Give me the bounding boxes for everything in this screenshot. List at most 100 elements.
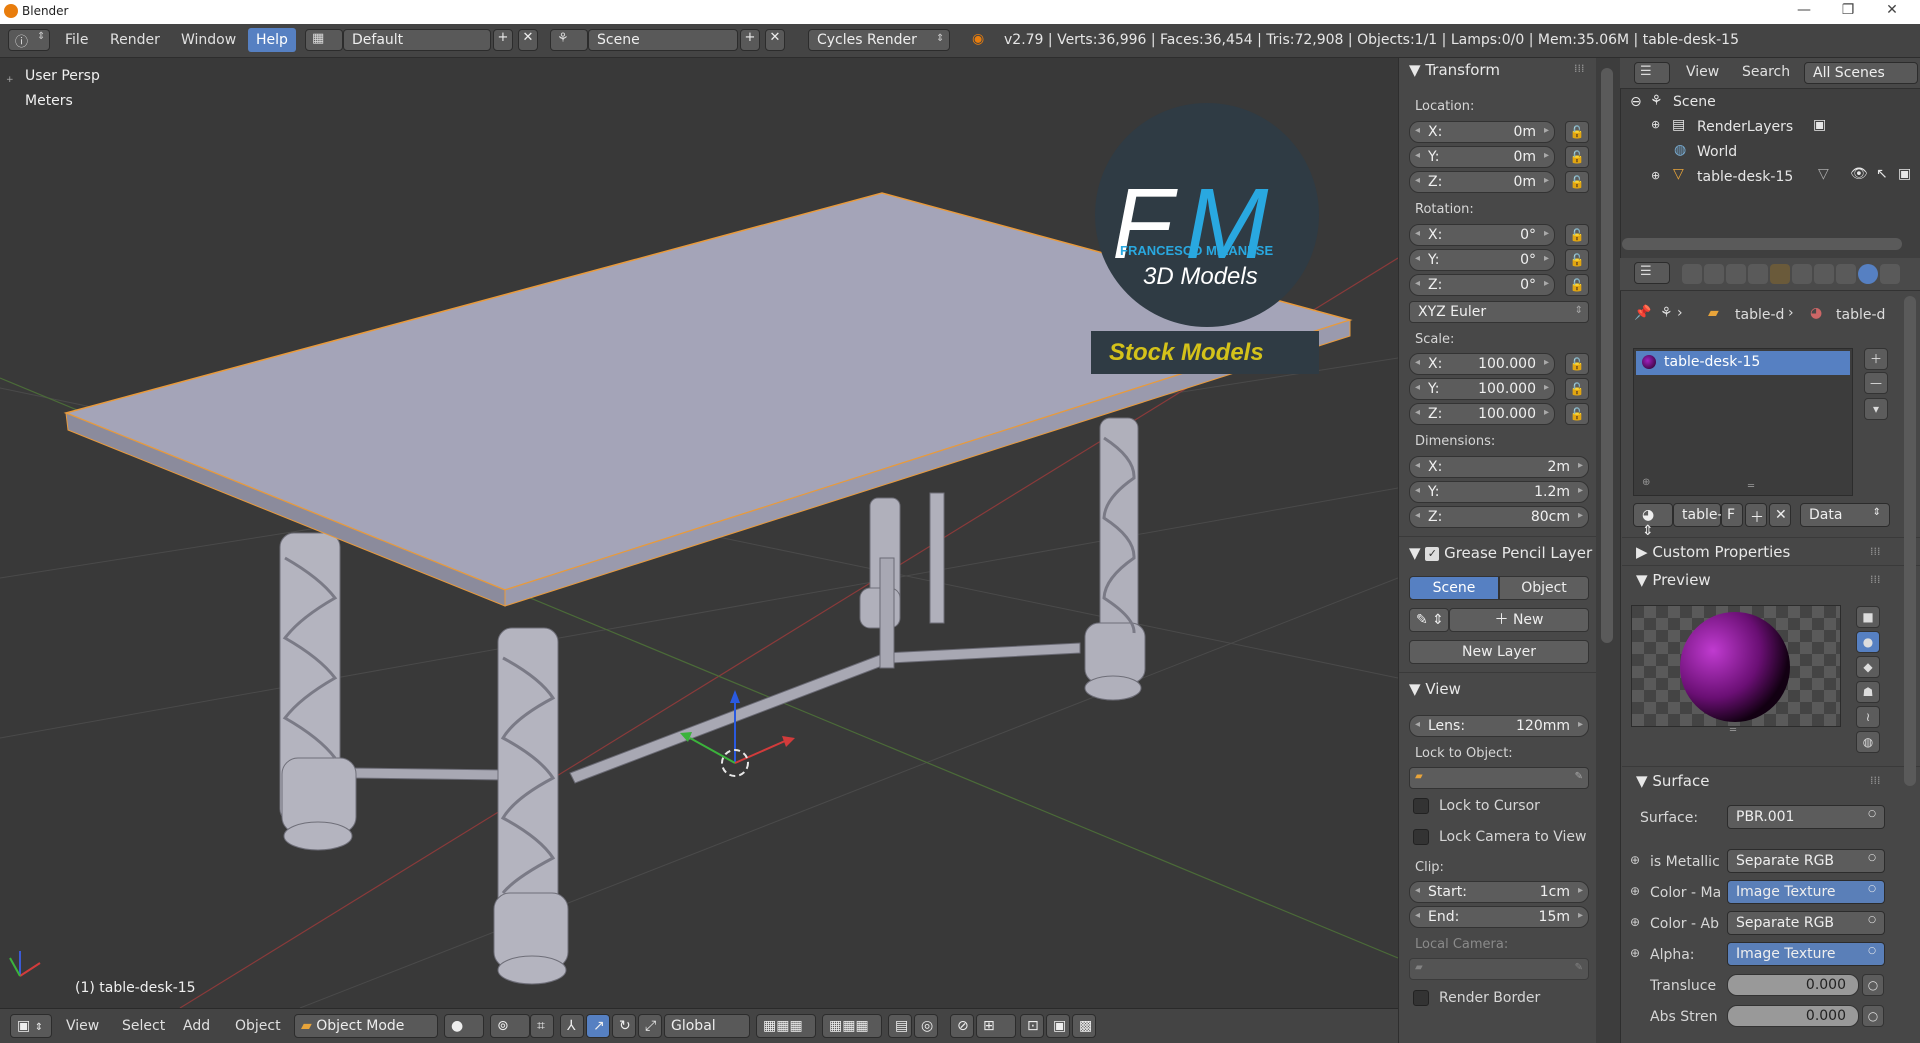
texture-tab-icon[interactable] bbox=[1880, 264, 1900, 284]
snap-target-icon[interactable]: ⊡ bbox=[1020, 1014, 1044, 1038]
grease-pencil-header[interactable]: ▼ ✓ Grease Pencil Layer bbox=[1409, 544, 1592, 562]
new-layer-button[interactable]: New Layer bbox=[1409, 640, 1589, 664]
render-border-checkbox[interactable] bbox=[1413, 990, 1429, 1006]
rotation-y-field[interactable]: ◂ Y: 0° ▸ bbox=[1409, 249, 1555, 271]
maximize-icon[interactable]: ❐ bbox=[1828, 2, 1868, 18]
outliner-menu-search[interactable]: Search bbox=[1742, 64, 1790, 80]
modifiers-tab-icon[interactable] bbox=[1814, 264, 1834, 284]
unlink-material-icon[interactable]: ✕ bbox=[1769, 503, 1791, 527]
socket-expand-icon[interactable]: ⊕ bbox=[1630, 946, 1640, 960]
list-filter-icon[interactable]: ⊕ bbox=[1642, 477, 1650, 488]
outliner-menu-view[interactable]: View bbox=[1686, 64, 1719, 80]
layer-lock-icon[interactable]: ▤ bbox=[888, 1014, 912, 1038]
object-tab-icon[interactable] bbox=[1770, 264, 1790, 284]
view-panel-header[interactable]: ▼ View bbox=[1409, 680, 1461, 698]
3d-viewport[interactable]: F M FRANCESCO MILANESE 3D Models Stock M… bbox=[0, 58, 1398, 1008]
lock-icon[interactable]: 🔓 bbox=[1565, 249, 1589, 271]
material-link-select[interactable]: Data ⇕ bbox=[1800, 503, 1890, 527]
material-slot-list[interactable]: table-desk-15 ⊕ ═ bbox=[1633, 348, 1853, 496]
grease-pencil-tab-object[interactable]: Object bbox=[1499, 576, 1589, 600]
render-layers-tab-icon[interactable] bbox=[1704, 264, 1724, 284]
sidebar-scrollbar[interactable] bbox=[1596, 58, 1620, 1043]
render-tab-icon[interactable] bbox=[1682, 264, 1702, 284]
close-icon[interactable]: ✕ bbox=[1872, 2, 1912, 18]
lock-object-field[interactable]: ▰ ✎ bbox=[1409, 767, 1589, 789]
outliner-expand-icon[interactable]: ⊖ bbox=[1630, 94, 1642, 110]
constraints-tab-icon[interactable] bbox=[1792, 264, 1812, 284]
translucence-slider[interactable]: 0.000 bbox=[1727, 974, 1859, 996]
cursor-select-icon[interactable]: ↖ bbox=[1876, 166, 1888, 182]
outliner-item-table-desk[interactable]: table-desk-15 bbox=[1697, 169, 1793, 185]
menu-file[interactable]: File bbox=[65, 32, 88, 48]
menu-object[interactable]: Object bbox=[235, 1018, 281, 1034]
slot-specials-icon[interactable]: ▾ bbox=[1864, 398, 1888, 420]
drag-handle-icon[interactable]: ⁞⁞⁞ bbox=[1870, 545, 1881, 558]
scale-y-field[interactable]: ◂ Y: 100.000 ▸ bbox=[1409, 378, 1555, 400]
editor-type-button[interactable]: ▣ ⇕ bbox=[10, 1014, 52, 1038]
rotation-z-field[interactable]: ◂ Z: 0° ▸ bbox=[1409, 274, 1555, 296]
input-color-ab-select[interactable]: Separate RGB ○ bbox=[1727, 911, 1885, 935]
rotate-manipulator-icon[interactable]: ↻ bbox=[612, 1014, 636, 1038]
grease-pencil-tab-scene[interactable]: Scene bbox=[1409, 576, 1499, 600]
drag-handle-icon[interactable]: ⁞⁞⁞ bbox=[1870, 774, 1881, 787]
preview-hair-icon[interactable]: ≀ bbox=[1856, 706, 1880, 728]
pivot-select[interactable]: ⊚ bbox=[490, 1014, 530, 1038]
material-browse-icon[interactable]: ◕ ⇕ bbox=[1633, 503, 1673, 539]
preview-cube-icon[interactable]: ◆ bbox=[1856, 656, 1880, 678]
remove-scene-icon[interactable]: ✕ bbox=[765, 29, 785, 51]
fake-user-button[interactable]: F bbox=[1721, 503, 1743, 527]
clip-end-field[interactable]: ◂ End: 15m ▸ bbox=[1409, 906, 1589, 928]
lock-icon[interactable]: 🔓 bbox=[1565, 146, 1589, 168]
socket-expand-icon[interactable]: ⊕ bbox=[1630, 853, 1640, 867]
render-opengl-icon[interactable]: ▣ bbox=[1046, 1014, 1070, 1038]
scrollbar-thumb[interactable] bbox=[1601, 68, 1613, 643]
translate-manipulator-icon[interactable]: ↗ bbox=[586, 1014, 610, 1038]
location-x-field[interactable]: ◂ X: 0m ▸ bbox=[1409, 121, 1555, 143]
menu-select[interactable]: Select bbox=[122, 1018, 165, 1034]
location-z-field[interactable]: ◂ Z: 0m ▸ bbox=[1409, 171, 1555, 193]
menu-help[interactable]: Help bbox=[248, 28, 296, 52]
rotation-x-field[interactable]: ◂ X: 0° ▸ bbox=[1409, 224, 1555, 246]
outliner-item-scene[interactable]: Scene bbox=[1673, 94, 1716, 110]
lock-cursor-checkbox[interactable] bbox=[1413, 798, 1429, 814]
outliner-item-renderlayers[interactable]: RenderLayers bbox=[1697, 119, 1793, 135]
socket-link-icon[interactable]: ○ bbox=[1862, 1005, 1884, 1027]
toolshelf-toggle-icon[interactable]: + bbox=[6, 75, 14, 85]
mode-select[interactable]: ▰ Object Mode bbox=[294, 1014, 438, 1038]
grease-pencil-new-button[interactable]: ＋ New bbox=[1449, 608, 1589, 632]
lock-icon[interactable]: 🔓 bbox=[1565, 403, 1589, 425]
remove-layout-icon[interactable]: ✕ bbox=[518, 29, 538, 51]
outliner-display-mode[interactable]: All Scenes bbox=[1804, 62, 1918, 84]
render-layer-toggle-icon[interactable]: ▣ bbox=[1813, 117, 1826, 133]
layers-grid-1[interactable]: ▦▦▦ bbox=[756, 1014, 816, 1038]
scale-x-field[interactable]: ◂ X: 100.000 ▸ bbox=[1409, 353, 1555, 375]
scale-manipulator-icon[interactable]: ⤢ bbox=[638, 1014, 662, 1038]
surface-header[interactable]: ▼ Surface bbox=[1636, 772, 1709, 790]
layout-name-field[interactable]: Default bbox=[343, 29, 491, 51]
preview-flat-icon[interactable]: ■ bbox=[1856, 606, 1880, 628]
lock-icon[interactable]: 🔓 bbox=[1565, 353, 1589, 375]
preview-sphere-icon[interactable]: ● bbox=[1856, 631, 1880, 653]
socket-link-icon[interactable]: ○ bbox=[1862, 974, 1884, 996]
rotation-mode-select[interactable]: XYZ Euler ⇕ bbox=[1409, 301, 1589, 323]
world-tab-icon[interactable] bbox=[1748, 264, 1768, 284]
add-slot-icon[interactable]: ＋ bbox=[1864, 348, 1888, 370]
preview-monkey-icon[interactable]: ☗ bbox=[1856, 681, 1880, 703]
outliner-item-world[interactable]: World bbox=[1697, 144, 1737, 160]
dimension-x-field[interactable]: ◂ X: 2m ▸ bbox=[1409, 456, 1589, 478]
input-color-ma-select[interactable]: Image Texture ○ bbox=[1727, 880, 1885, 904]
scene-name-field[interactable]: Scene bbox=[588, 29, 738, 51]
add-scene-icon[interactable]: + bbox=[740, 29, 760, 51]
outliner-hscrollbar[interactable] bbox=[1622, 238, 1902, 250]
eye-icon[interactable]: 👁 bbox=[1850, 166, 1868, 182]
manipulator-icon[interactable]: ⅄ bbox=[560, 1014, 584, 1038]
editor-type-button[interactable]: ☰ bbox=[1634, 262, 1670, 284]
socket-expand-icon[interactable]: ⊕ bbox=[1630, 915, 1640, 929]
transform-panel-header[interactable]: ▼ Transform bbox=[1409, 61, 1500, 79]
camera-render-icon[interactable]: ▣ bbox=[1898, 166, 1911, 182]
drag-handle-icon[interactable]: ⁞⁞⁞ bbox=[1870, 573, 1881, 586]
socket-expand-icon[interactable]: ⊕ bbox=[1630, 884, 1640, 898]
proportional-icon[interactable]: ⌗ bbox=[530, 1014, 554, 1038]
input-metallic-select[interactable]: Separate RGB ○ bbox=[1727, 849, 1885, 873]
lock-icon[interactable]: 🔓 bbox=[1565, 121, 1589, 143]
